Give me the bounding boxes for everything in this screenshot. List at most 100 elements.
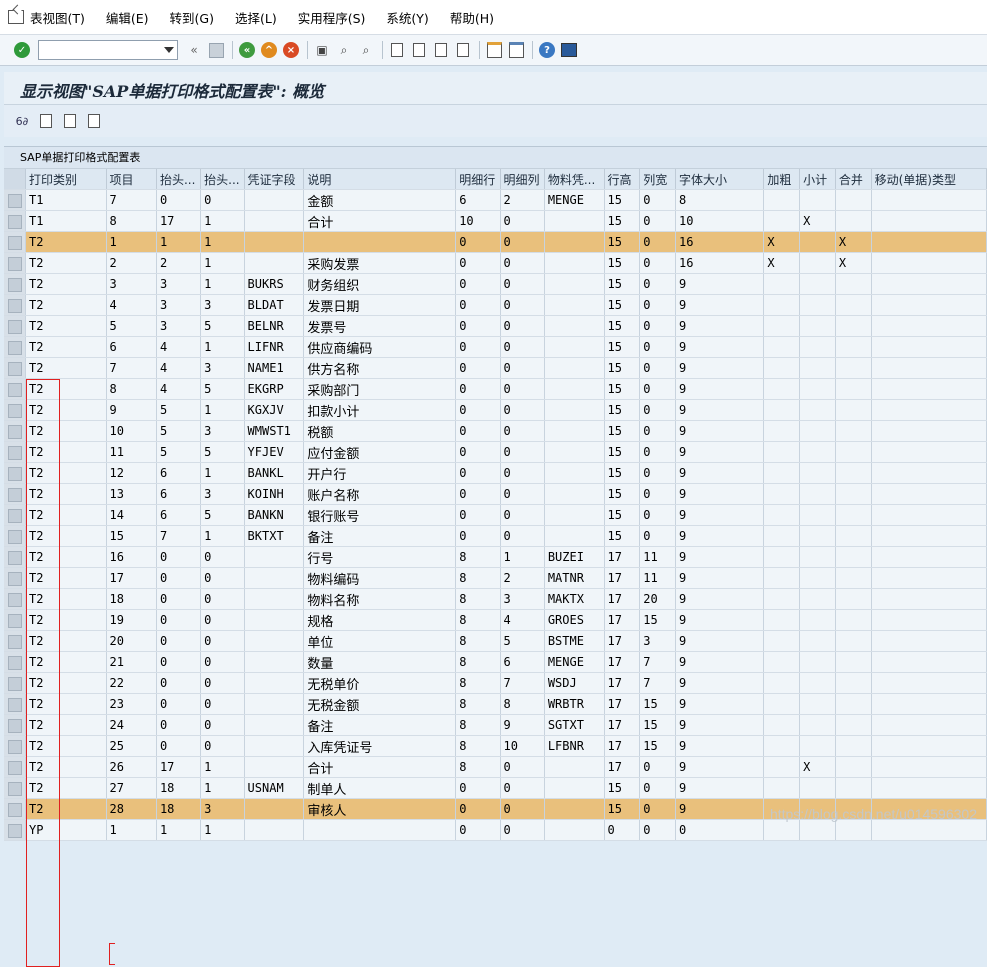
column-header[interactable]: 打印类别 xyxy=(25,169,107,190)
row-selector-box[interactable] xyxy=(8,572,22,586)
row-selector[interactable] xyxy=(4,609,27,631)
row-selector[interactable] xyxy=(4,252,27,274)
table-row[interactable]: T2 22 0 0 无税单价 8 7 WSDJ 17 7 9 xyxy=(4,672,987,694)
row-selector-box[interactable] xyxy=(8,509,22,523)
next-page-icon[interactable] xyxy=(431,40,451,60)
menu-system[interactable]: 系统(Y) xyxy=(386,8,428,27)
help-icon[interactable]: ? xyxy=(537,40,557,60)
find-icon[interactable]: ⌕ xyxy=(334,40,354,60)
menu-goto[interactable]: 转到(G) xyxy=(170,8,214,27)
column-header[interactable]: 加粗 xyxy=(763,169,801,190)
table-row[interactable]: T1 7 0 0 金额 6 2 MENGE 15 0 8 xyxy=(4,189,987,211)
table-row[interactable]: T2 26 17 1 合计 8 0 17 0 9 X xyxy=(4,756,987,778)
print-icon[interactable]: ▣ xyxy=(312,40,332,60)
row-selector[interactable] xyxy=(4,819,27,841)
table-row[interactable]: T2 12 6 1 BANKL 开户行 0 0 15 0 9 xyxy=(4,462,987,484)
first-page-icon[interactable] xyxy=(387,40,407,60)
column-header[interactable]: 说明 xyxy=(303,169,457,190)
row-selector[interactable] xyxy=(4,336,27,358)
row-selector-box[interactable] xyxy=(8,446,22,460)
row-selector-box[interactable] xyxy=(8,593,22,607)
row-selector[interactable] xyxy=(4,546,27,568)
table-row[interactable]: T1 8 17 1 合计 10 0 15 0 10 X xyxy=(4,210,987,232)
exit-icon[interactable]: ^ xyxy=(259,40,279,60)
row-selector-box[interactable] xyxy=(8,530,22,544)
menu-help[interactable]: 帮助(H) xyxy=(450,8,494,27)
row-selector[interactable] xyxy=(4,357,27,379)
shortcut-icon[interactable] xyxy=(506,40,526,60)
row-selector[interactable] xyxy=(4,273,27,295)
table-row[interactable]: T2 20 0 0 单位 8 5 BSTME 17 3 9 xyxy=(4,630,987,652)
column-header[interactable]: 字体大小 xyxy=(675,169,765,190)
table-row[interactable]: T2 3 3 1 BUKRS 财务组织 0 0 15 0 9 xyxy=(4,273,987,295)
row-selector-box[interactable] xyxy=(8,782,22,796)
row-selector[interactable] xyxy=(4,756,27,778)
last-page-icon[interactable] xyxy=(453,40,473,60)
row-selector-box[interactable] xyxy=(8,488,22,502)
select-all-icon[interactable] xyxy=(38,113,54,129)
table-row[interactable]: T2 19 0 0 规格 8 4 GROES 17 15 9 xyxy=(4,609,987,631)
row-selector-box[interactable] xyxy=(8,236,22,250)
table-row[interactable]: T2 15 7 1 BKTXT 备注 0 0 15 0 9 xyxy=(4,525,987,547)
table-row[interactable]: T2 6 4 1 LIFNR 供应商编码 0 0 15 0 9 xyxy=(4,336,987,358)
row-selector[interactable] xyxy=(4,588,27,610)
column-header[interactable]: 合并 xyxy=(835,169,872,190)
row-selector-box[interactable] xyxy=(8,719,22,733)
column-header[interactable]: 明细行 xyxy=(455,169,501,190)
row-selector[interactable] xyxy=(4,441,27,463)
row-selector-box[interactable] xyxy=(8,740,22,754)
collapse-icon[interactable]: « xyxy=(184,40,204,60)
row-selector-box[interactable] xyxy=(8,824,22,838)
column-header[interactable]: 凭证字段 xyxy=(244,169,305,190)
new-session-icon[interactable] xyxy=(484,40,504,60)
row-selector[interactable] xyxy=(4,714,27,736)
row-selector-box[interactable] xyxy=(8,257,22,271)
menu-utilities[interactable]: 实用程序(S) xyxy=(298,8,366,27)
row-selector-box[interactable] xyxy=(8,698,22,712)
row-selector[interactable] xyxy=(4,378,27,400)
row-selector-box[interactable] xyxy=(8,194,22,208)
table-row[interactable]: T2 27 18 1 USNAM 制单人 0 0 15 0 9 xyxy=(4,777,987,799)
row-selector-box[interactable] xyxy=(8,278,22,292)
table-row[interactable]: T2 25 0 0 入库凭证号 8 10 LFBNR 17 15 9 xyxy=(4,735,987,757)
save-icon[interactable] xyxy=(206,40,226,60)
row-selector[interactable] xyxy=(4,231,27,253)
row-selector[interactable] xyxy=(4,651,27,673)
table-row[interactable]: T2 8 4 5 EKGRP 采购部门 0 0 15 0 9 xyxy=(4,378,987,400)
row-selector[interactable] xyxy=(4,189,27,211)
row-selector[interactable] xyxy=(4,399,27,421)
window-menu-icon[interactable] xyxy=(8,10,24,24)
table-row[interactable]: T2 16 0 0 行号 8 1 BUZEI 17 11 9 xyxy=(4,546,987,568)
table-row[interactable]: T2 24 0 0 备注 8 9 SGTXT 17 15 9 xyxy=(4,714,987,736)
enter-icon[interactable]: ✓ xyxy=(12,40,32,60)
deselect-all-icon[interactable] xyxy=(86,113,102,129)
menu-selection[interactable]: 选择(L) xyxy=(235,8,277,27)
select-all-column-header[interactable] xyxy=(4,169,27,190)
row-selector[interactable] xyxy=(4,210,27,232)
column-header[interactable]: 项目 xyxy=(106,169,157,190)
row-selector[interactable] xyxy=(4,315,27,337)
column-header[interactable]: 明细列 xyxy=(500,169,545,190)
column-header[interactable]: 抬头... xyxy=(200,169,245,190)
row-selector[interactable] xyxy=(4,294,27,316)
find-next-icon[interactable]: ⌕ xyxy=(356,40,376,60)
row-selector[interactable] xyxy=(4,630,27,652)
row-selector-box[interactable] xyxy=(8,635,22,649)
display-change-icon[interactable]: 6∂ xyxy=(14,113,30,129)
previous-page-icon[interactable] xyxy=(409,40,429,60)
back-icon[interactable]: « xyxy=(237,40,257,60)
row-selector[interactable] xyxy=(4,525,27,547)
row-selector[interactable] xyxy=(4,420,27,442)
row-selector[interactable] xyxy=(4,777,27,799)
command-dropdown-icon[interactable] xyxy=(164,47,174,53)
row-selector-box[interactable] xyxy=(8,677,22,691)
table-row[interactable]: T2 13 6 3 KOINH 账户名称 0 0 15 0 9 xyxy=(4,483,987,505)
customize-layout-icon[interactable] xyxy=(559,40,579,60)
table-row[interactable]: YP 1 1 1 0 0 0 0 0 xyxy=(4,819,987,841)
table-row[interactable]: T2 11 5 5 YFJEV 应付金额 0 0 15 0 9 xyxy=(4,441,987,463)
table-row[interactable]: T2 4 3 3 BLDAT 发票日期 0 0 15 0 9 xyxy=(4,294,987,316)
row-selector[interactable] xyxy=(4,735,27,757)
row-selector[interactable] xyxy=(4,483,27,505)
row-selector-box[interactable] xyxy=(8,404,22,418)
row-selector-box[interactable] xyxy=(8,341,22,355)
